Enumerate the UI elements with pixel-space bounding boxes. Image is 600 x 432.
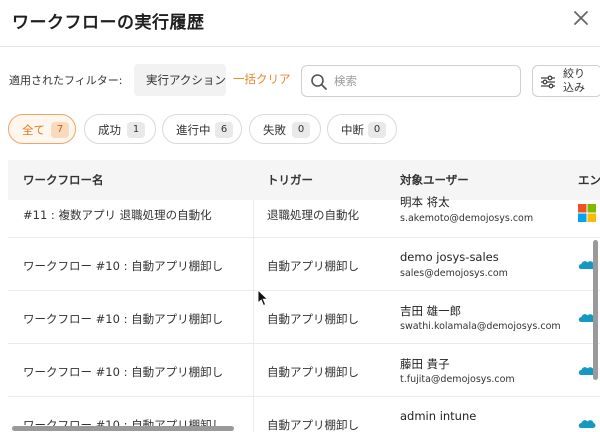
search-icon bbox=[311, 74, 327, 90]
user-name: 吉田 雄一郎 bbox=[400, 304, 462, 318]
narrow-down-button[interactable]: 絞り込み bbox=[532, 65, 600, 97]
user-name: demo josys-sales bbox=[400, 250, 499, 264]
filter-chip-label: 実行アクション bbox=[146, 73, 226, 87]
tab-count: 7 bbox=[51, 122, 69, 138]
horizontal-scrollbar[interactable] bbox=[12, 426, 234, 431]
user-name: 明本 将太 bbox=[400, 195, 450, 209]
close-button[interactable] bbox=[570, 7, 592, 29]
tab-count: 1 bbox=[127, 122, 145, 138]
trigger-name: 自動アプリ棚卸し bbox=[267, 259, 359, 273]
microsoft-icon bbox=[578, 204, 596, 222]
tab-count: 0 bbox=[368, 122, 386, 138]
clear-all-link[interactable]: 一括クリア bbox=[233, 71, 291, 87]
trigger-name: 自動アプリ棚卸し bbox=[267, 418, 359, 432]
tab-all[interactable]: 全て 7 bbox=[8, 114, 76, 144]
column-header-target-user[interactable]: 対象ユーザー bbox=[400, 172, 469, 188]
workflow-name: ワークフロー #10 : 自動アプリ棚卸し bbox=[23, 365, 224, 379]
tab-label: 中断 bbox=[341, 123, 364, 137]
user-name: 藤田 貴子 bbox=[400, 357, 450, 371]
sliders-icon bbox=[541, 75, 555, 89]
narrow-down-label: 絞り込み bbox=[563, 67, 585, 94]
user-email: sales@demojosys.com bbox=[400, 268, 508, 279]
search-input[interactable] bbox=[334, 71, 514, 91]
trigger-name: 退職処理の自動化 bbox=[267, 208, 359, 222]
column-divider bbox=[253, 200, 254, 432]
tab-count: 6 bbox=[215, 122, 233, 138]
table-row[interactable]: ワークフロー #10 : 自動アプリ棚卸し 自動アプリ棚卸し demo josy… bbox=[8, 238, 600, 291]
filter-bar: 適用されたフィルター: 実行アクション 一括クリア 絞り込み bbox=[0, 62, 600, 98]
user-name: admin intune bbox=[400, 409, 477, 423]
trigger-name: 自動アプリ棚卸し bbox=[267, 312, 359, 326]
trigger-name: 自動アプリ棚卸し bbox=[267, 365, 359, 379]
workflow-name: #11 : 複数アプリ 退職処理の自動化 bbox=[23, 208, 212, 222]
dialog-title: ワークフローの実行履歴 bbox=[12, 13, 205, 33]
filter-chip-execution-action[interactable]: 実行アクション bbox=[134, 64, 226, 96]
salesforce-icon bbox=[578, 420, 596, 428]
table-row[interactable]: ワークフロー #10 : 自動アプリ棚卸し 自動アプリ棚卸し 藤田 貴子 t.f… bbox=[8, 344, 600, 397]
vertical-scrollbar[interactable] bbox=[593, 240, 598, 380]
applied-filters-label: 適用されたフィルター: bbox=[9, 74, 123, 87]
user-email: t.fujita@demojosys.com bbox=[400, 374, 515, 385]
tab-in-progress[interactable]: 進行中 6 bbox=[162, 114, 242, 144]
workflow-name: ワークフロー #10 : 自動アプリ棚卸し bbox=[23, 312, 224, 326]
user-email: swathi.kolamala@demojosys.com bbox=[400, 321, 561, 332]
header-divider bbox=[0, 46, 600, 47]
column-header-workflow[interactable]: ワークフロー名 bbox=[23, 172, 104, 188]
table-header: ワークフロー名 トリガー 対象ユーザー エン bbox=[8, 160, 600, 200]
mouse-cursor-icon bbox=[257, 289, 269, 307]
dialog-header: ワークフローの実行履歴 bbox=[0, 0, 600, 40]
user-email: s.akemoto@demojosys.com bbox=[400, 213, 534, 224]
execution-history-table: ワークフロー名 トリガー 対象ユーザー エン #11 : 複数アプリ 退職処理の… bbox=[8, 160, 600, 432]
table-row[interactable]: ワークフロー #10 : 自動アプリ棚卸し 自動アプリ棚卸し 吉田 雄一郎 sw… bbox=[8, 291, 600, 344]
column-header-endpoint[interactable]: エン bbox=[578, 172, 600, 188]
tab-label: 失敗 bbox=[263, 123, 286, 137]
tab-label: 進行中 bbox=[176, 123, 211, 137]
status-tabs: 全て 7 成功 1 進行中 6 失敗 0 中断 0 bbox=[0, 114, 600, 146]
column-header-trigger[interactable]: トリガー bbox=[267, 172, 313, 188]
table-row[interactable]: #11 : 複数アプリ 退職処理の自動化 退職処理の自動化 明本 将太 s.ak… bbox=[8, 195, 600, 238]
search-box bbox=[301, 65, 521, 97]
tab-failed[interactable]: 失敗 0 bbox=[249, 114, 321, 144]
workflow-name: ワークフロー #10 : 自動アプリ棚卸し bbox=[23, 259, 224, 273]
close-icon bbox=[574, 11, 588, 25]
tab-label: 全て bbox=[22, 123, 45, 137]
tab-count: 0 bbox=[292, 122, 310, 138]
tab-success[interactable]: 成功 1 bbox=[84, 114, 156, 144]
tab-label: 成功 bbox=[98, 123, 121, 137]
tab-aborted[interactable]: 中断 0 bbox=[327, 114, 397, 144]
